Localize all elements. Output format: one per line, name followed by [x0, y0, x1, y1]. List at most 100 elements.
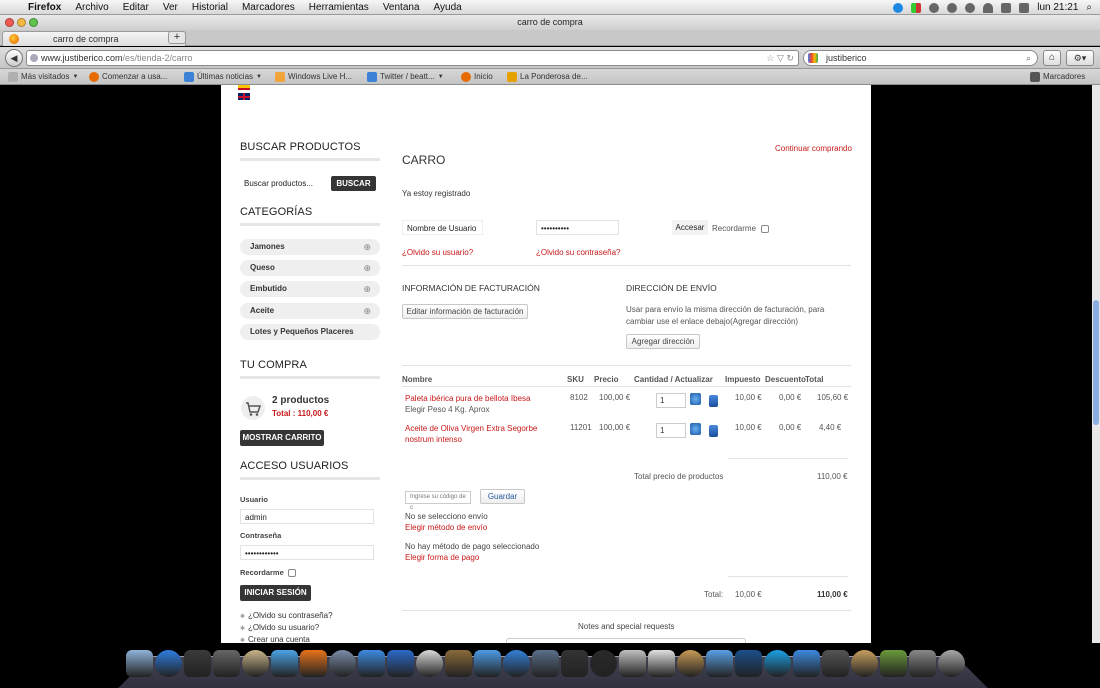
- bluetooth-status-icon[interactable]: [929, 2, 940, 13]
- new-tab-button[interactable]: +: [168, 31, 186, 44]
- expand-icon[interactable]: ⊕: [363, 281, 371, 297]
- sidebar-username-input[interactable]: admin: [240, 509, 374, 524]
- dock-app-icon[interactable]: [271, 650, 298, 677]
- cart-remember-checkbox[interactable]: [761, 225, 769, 233]
- dock-app-icon[interactable]: [880, 650, 907, 677]
- dock-app-icon[interactable]: [416, 650, 443, 677]
- forgot-password-link[interactable]: ¿Olvido su contraseña?: [240, 611, 333, 620]
- category-aceite[interactable]: Aceite ⊕: [240, 303, 380, 319]
- dock-app-icon[interactable]: [387, 650, 414, 677]
- expand-icon[interactable]: ⊕: [363, 260, 371, 276]
- search-icon[interactable]: ⌕: [1026, 51, 1031, 65]
- category-jamones[interactable]: Jamones ⊕: [240, 239, 380, 255]
- expand-icon[interactable]: ⊕: [363, 303, 371, 319]
- dock-app-icon[interactable]: [561, 650, 588, 677]
- dock-app-icon[interactable]: [503, 650, 530, 677]
- cart-password-input[interactable]: ••••••••••: [536, 220, 619, 235]
- sync-icon[interactable]: [965, 2, 976, 13]
- category-lotes[interactable]: Lotes y Pequeños Placeres: [240, 324, 380, 340]
- minimize-window-icon[interactable]: [17, 18, 26, 27]
- bookmark-twitter[interactable]: Twitter / beatt... ▼: [367, 69, 444, 85]
- chart-status-icon[interactable]: [911, 2, 922, 13]
- dock-app-icon[interactable]: [938, 650, 965, 677]
- create-account-link[interactable]: Crear una cuenta: [240, 635, 310, 643]
- close-window-icon[interactable]: [5, 18, 14, 27]
- dock-app-icon[interactable]: [735, 650, 762, 677]
- time-machine-icon[interactable]: [947, 2, 958, 13]
- display-icon[interactable]: [1001, 2, 1012, 13]
- continue-shopping-link[interactable]: Continuar comprando: [775, 144, 852, 153]
- dock-app-icon[interactable]: [851, 650, 878, 677]
- menu-herramientas[interactable]: Herramientas: [309, 2, 369, 13]
- menu-archivo[interactable]: Archivo: [75, 2, 108, 13]
- spanish-flag-icon[interactable]: [238, 85, 250, 90]
- dock-app-icon[interactable]: [242, 650, 269, 677]
- dock-app-icon[interactable]: [126, 650, 153, 677]
- category-queso[interactable]: Queso ⊕: [240, 260, 380, 276]
- add-address-button[interactable]: Agregar dirección: [626, 334, 700, 349]
- dock-app-icon[interactable]: [329, 650, 356, 677]
- product-name-link[interactable]: Aceite de Oliva Virgen Extra Segorbe nos…: [405, 423, 555, 445]
- reload-icon[interactable]: ↻: [786, 53, 794, 63]
- wifi-icon[interactable]: [983, 2, 994, 13]
- forgot-username-link[interactable]: ¿Olvido su usuario?: [240, 623, 319, 632]
- dock-app-icon[interactable]: [155, 650, 182, 677]
- google-icon[interactable]: [808, 53, 818, 63]
- dock-app-icon[interactable]: [677, 650, 704, 677]
- delete-icon[interactable]: [709, 425, 718, 437]
- dock-app-icon[interactable]: [300, 650, 327, 677]
- cart-login-button[interactable]: Accesar: [672, 220, 708, 235]
- bookmark-ponderosa[interactable]: La Ponderosa de...: [507, 69, 588, 85]
- menu-historial[interactable]: Historial: [192, 2, 228, 13]
- bookmark-inicio[interactable]: Inicio: [461, 69, 493, 85]
- update-icon[interactable]: [690, 423, 701, 435]
- product-name-link[interactable]: Paleta ibérica pura de bellota Ibesa: [405, 393, 555, 404]
- forgot-user-link[interactable]: ¿Olvido su usuario?: [402, 248, 473, 257]
- uk-flag-icon[interactable]: [238, 93, 250, 100]
- scrollbar-thumb[interactable]: [1093, 300, 1099, 425]
- menu-ventana[interactable]: Ventana: [383, 2, 420, 13]
- quantity-input[interactable]: 1: [656, 393, 686, 408]
- scrollbar-track[interactable]: [1092, 85, 1100, 643]
- delete-icon[interactable]: [709, 395, 718, 407]
- forgot-pass-link[interactable]: ¿Olvido su contraseña?: [536, 248, 621, 257]
- dock-app-icon[interactable]: [184, 650, 211, 677]
- dock-app-icon[interactable]: [590, 650, 617, 677]
- dock-app-icon[interactable]: [909, 650, 936, 677]
- dock-app-icon[interactable]: [532, 650, 559, 677]
- cart-username-input[interactable]: Nombre de Usuario: [402, 220, 483, 235]
- zoom-window-icon[interactable]: [29, 18, 38, 27]
- spotlight-icon[interactable]: ⌕: [1086, 2, 1092, 13]
- bookmark-mas-visitados[interactable]: Más visitados ▼: [8, 69, 78, 85]
- bookmark-comenzar[interactable]: Comenzar a usa...: [89, 69, 167, 85]
- url-bar[interactable]: www.justiberico.com/es/tienda-2/carro ☆ …: [26, 50, 799, 66]
- bookmark-ultimas-noticias[interactable]: Últimas noticias ▼: [184, 69, 262, 85]
- dock-app-icon[interactable]: [706, 650, 733, 677]
- edit-billing-button[interactable]: Editar información de facturación: [402, 304, 528, 319]
- dock-app-icon[interactable]: [445, 650, 472, 677]
- search-button[interactable]: BUSCAR: [331, 176, 376, 191]
- back-button[interactable]: ◀: [5, 49, 23, 67]
- sidebar-password-input[interactable]: ••••••••••••: [240, 545, 374, 560]
- quantity-input[interactable]: 1: [656, 423, 686, 438]
- menu-ver[interactable]: Ver: [163, 2, 178, 13]
- save-coupon-button[interactable]: Guardar: [480, 489, 525, 504]
- menubar-clock[interactable]: lun 21:21: [1037, 2, 1078, 13]
- dock-app-icon[interactable]: [764, 650, 791, 677]
- dock-app-icon[interactable]: [619, 650, 646, 677]
- bookmark-windows-live[interactable]: Windows Live H...: [275, 69, 352, 85]
- choose-payment-link[interactable]: Elegir forma de pago: [405, 553, 479, 562]
- menu-firefox[interactable]: Firefox: [28, 2, 61, 13]
- menu-editar[interactable]: Editar: [123, 2, 149, 13]
- dock-app-icon[interactable]: [213, 650, 240, 677]
- choose-shipping-link[interactable]: Elegir método de envío: [405, 523, 487, 532]
- search-bar[interactable]: justiberico ⌕: [803, 50, 1038, 66]
- bookmarks-menu[interactable]: Marcadores: [1030, 69, 1085, 85]
- menu-ayuda[interactable]: Ayuda: [434, 2, 462, 13]
- category-embutido[interactable]: Embutido ⊕: [240, 281, 380, 297]
- bookmark-star-icon[interactable]: ☆: [766, 53, 774, 63]
- dock-app-icon[interactable]: [822, 650, 849, 677]
- coupon-input[interactable]: Ingrese su código de c: [405, 491, 471, 511]
- volume-icon[interactable]: [1019, 2, 1030, 13]
- sidebar-remember-checkbox[interactable]: [288, 569, 296, 577]
